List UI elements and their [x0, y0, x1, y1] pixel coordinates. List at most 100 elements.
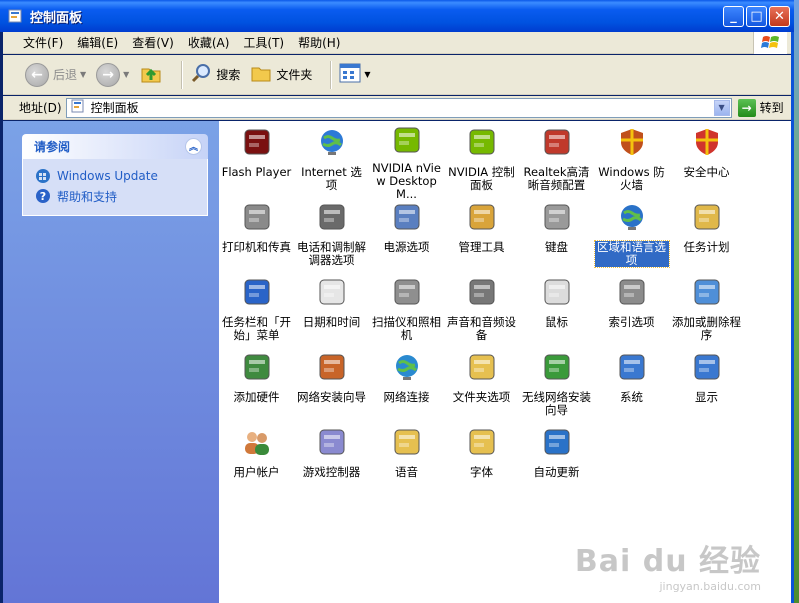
control-panel-item[interactable]: 显示	[669, 349, 744, 424]
users-icon	[239, 424, 275, 460]
see-also-box: 请参阅 ︽ Windows Update ? 帮助和支持	[22, 134, 208, 216]
item-label: 打印机和传真	[222, 240, 291, 254]
gamepad-icon	[314, 424, 350, 460]
close-button[interactable]: ✕	[769, 6, 790, 27]
control-panel-item[interactable]: NVIDIA nView Desktop M...	[369, 124, 444, 201]
back-dropdown-icon[interactable]: ▼	[80, 70, 86, 79]
control-panel-item[interactable]: 鼠标	[519, 274, 594, 349]
watermark-url: jingyan.baidu.com	[659, 580, 761, 593]
menu-file[interactable]: 文件(F)	[23, 34, 63, 51]
windows-update-link[interactable]: Windows Update	[35, 166, 207, 186]
address-dropdown-icon[interactable]: ▼	[713, 99, 730, 116]
item-label: NVIDIA 控制面板	[448, 165, 515, 192]
control-panel-item[interactable]: Flash Player	[219, 124, 294, 199]
item-label: 系统	[620, 390, 643, 404]
see-also-header[interactable]: 请参阅 ︽	[22, 134, 208, 159]
item-label: 网络安装向导	[297, 390, 366, 404]
views-dropdown-icon[interactable]: ▼	[364, 70, 370, 79]
control-panel-item[interactable]: 键盘	[519, 199, 594, 274]
control-panel-item[interactable]: 区域和语言选项	[593, 199, 670, 274]
fonts-icon	[464, 424, 500, 460]
forward-button[interactable]: → ▼	[96, 62, 129, 87]
item-label: 添加硬件	[233, 390, 280, 404]
back-button[interactable]: ← 后退 ▼	[25, 62, 86, 87]
control-panel-item[interactable]: 管理工具	[444, 199, 519, 274]
item-label: 任务计划	[683, 240, 730, 254]
item-label: Flash Player	[221, 165, 292, 179]
nvidia-panel-icon	[464, 124, 500, 160]
control-panel-item[interactable]: Realtek高清晰音频配置	[519, 124, 594, 199]
collapse-chevron-icon[interactable]: ︽	[185, 138, 202, 155]
item-label: 语音	[395, 465, 418, 479]
minimize-button[interactable]: _	[723, 6, 744, 27]
control-panel-items: Flash Player Internet 选项 NVIDIA nView Desk…	[219, 121, 791, 603]
forward-dropdown-icon[interactable]: ▼	[123, 70, 129, 79]
control-panel-item[interactable]: 索引选项	[594, 274, 669, 349]
control-panel-item[interactable]: 文件夹选项	[444, 349, 519, 424]
help-support-label: 帮助和支持	[57, 189, 118, 204]
item-label: 文件夹选项	[452, 390, 511, 404]
item-label: 区域和语言选项	[593, 240, 670, 268]
control-panel-item[interactable]: 日期和时间	[294, 274, 369, 349]
shield-icon	[689, 124, 725, 160]
folder-check-icon	[464, 349, 500, 385]
menu-help[interactable]: 帮助(H)	[298, 34, 340, 51]
maximize-button[interactable]: □	[746, 6, 767, 27]
control-panel-item[interactable]: 网络连接	[369, 349, 444, 424]
firewall-icon	[614, 124, 650, 160]
menu-tools[interactable]: 工具(T)	[243, 34, 284, 51]
hardware-icon	[239, 349, 275, 385]
address-input[interactable]: 控制面板 ▼	[65, 97, 732, 118]
control-panel-item[interactable]: 打印机和传真	[219, 199, 294, 274]
item-label: 管理工具	[458, 240, 505, 254]
control-panel-item[interactable]: 添加或删除程序	[669, 274, 744, 349]
control-panel-item[interactable]: Internet 选项	[294, 124, 369, 199]
control-panel-item[interactable]: 任务栏和「开始」菜单	[219, 274, 294, 349]
go-button[interactable]: → 转到	[737, 98, 784, 117]
power-icon	[389, 199, 425, 235]
item-label: 添加或删除程序	[672, 315, 741, 342]
control-panel-item[interactable]: 扫描仪和照相机	[369, 274, 444, 349]
keyboard-icon	[539, 199, 575, 235]
control-panel-item[interactable]: 任务计划	[669, 199, 744, 274]
control-panel-item[interactable]: 自动更新	[519, 424, 594, 499]
system-icon	[614, 349, 650, 385]
control-panel-item[interactable]: 无线网络安装向导	[519, 349, 594, 424]
control-panel-item[interactable]: 添加硬件	[219, 349, 294, 424]
control-panel-item[interactable]: 电源选项	[369, 199, 444, 274]
control-panel-item[interactable]: 系统	[594, 349, 669, 424]
folders-button[interactable]: 文件夹	[250, 62, 312, 87]
sound-icon	[464, 274, 500, 310]
taskbar-icon	[239, 274, 275, 310]
up-button[interactable]	[139, 61, 163, 88]
control-panel-item[interactable]: 安全中心	[669, 124, 744, 199]
windows-update-icon	[35, 168, 51, 184]
menu-bar: 文件(F) 编辑(E) 查看(V) 收藏(A) 工具(T) 帮助(H)	[3, 32, 791, 54]
search-label: 搜索	[216, 68, 241, 82]
control-panel-item[interactable]: 声音和音频设备	[444, 274, 519, 349]
back-arrow-icon: ←	[25, 62, 49, 87]
item-label: 电话和调制解调器选项	[297, 240, 366, 267]
help-support-link[interactable]: ? 帮助和支持	[35, 186, 207, 206]
control-panel-item[interactable]: 游戏控制器	[294, 424, 369, 499]
control-panel-item[interactable]: Windows 防火墙	[594, 124, 669, 199]
control-panel-item[interactable]: 语音	[369, 424, 444, 499]
forward-arrow-icon: →	[96, 62, 121, 87]
title-bar[interactable]: 控制面板 _ □ ✕	[0, 0, 794, 32]
search-button[interactable]: 搜索	[190, 62, 240, 87]
toolbar-separator	[330, 60, 332, 89]
control-panel-item[interactable]: NVIDIA 控制面板	[444, 124, 519, 199]
folders-label: 文件夹	[276, 68, 313, 82]
control-panel-item[interactable]: 网络安装向导	[294, 349, 369, 424]
item-label: 键盘	[545, 240, 568, 254]
menu-favorites[interactable]: 收藏(A)	[188, 34, 230, 51]
control-panel-item[interactable]: 字体	[444, 424, 519, 499]
menu-edit[interactable]: 编辑(E)	[77, 34, 118, 51]
home-network-icon	[314, 349, 350, 385]
clock-icon	[314, 274, 350, 310]
views-button[interactable]: ▼	[339, 63, 371, 86]
control-panel-item[interactable]: 用户帐户	[219, 424, 294, 499]
globe-icon	[614, 199, 650, 235]
menu-view[interactable]: 查看(V)	[132, 34, 174, 51]
control-panel-item[interactable]: 电话和调制解调器选项	[294, 199, 369, 274]
